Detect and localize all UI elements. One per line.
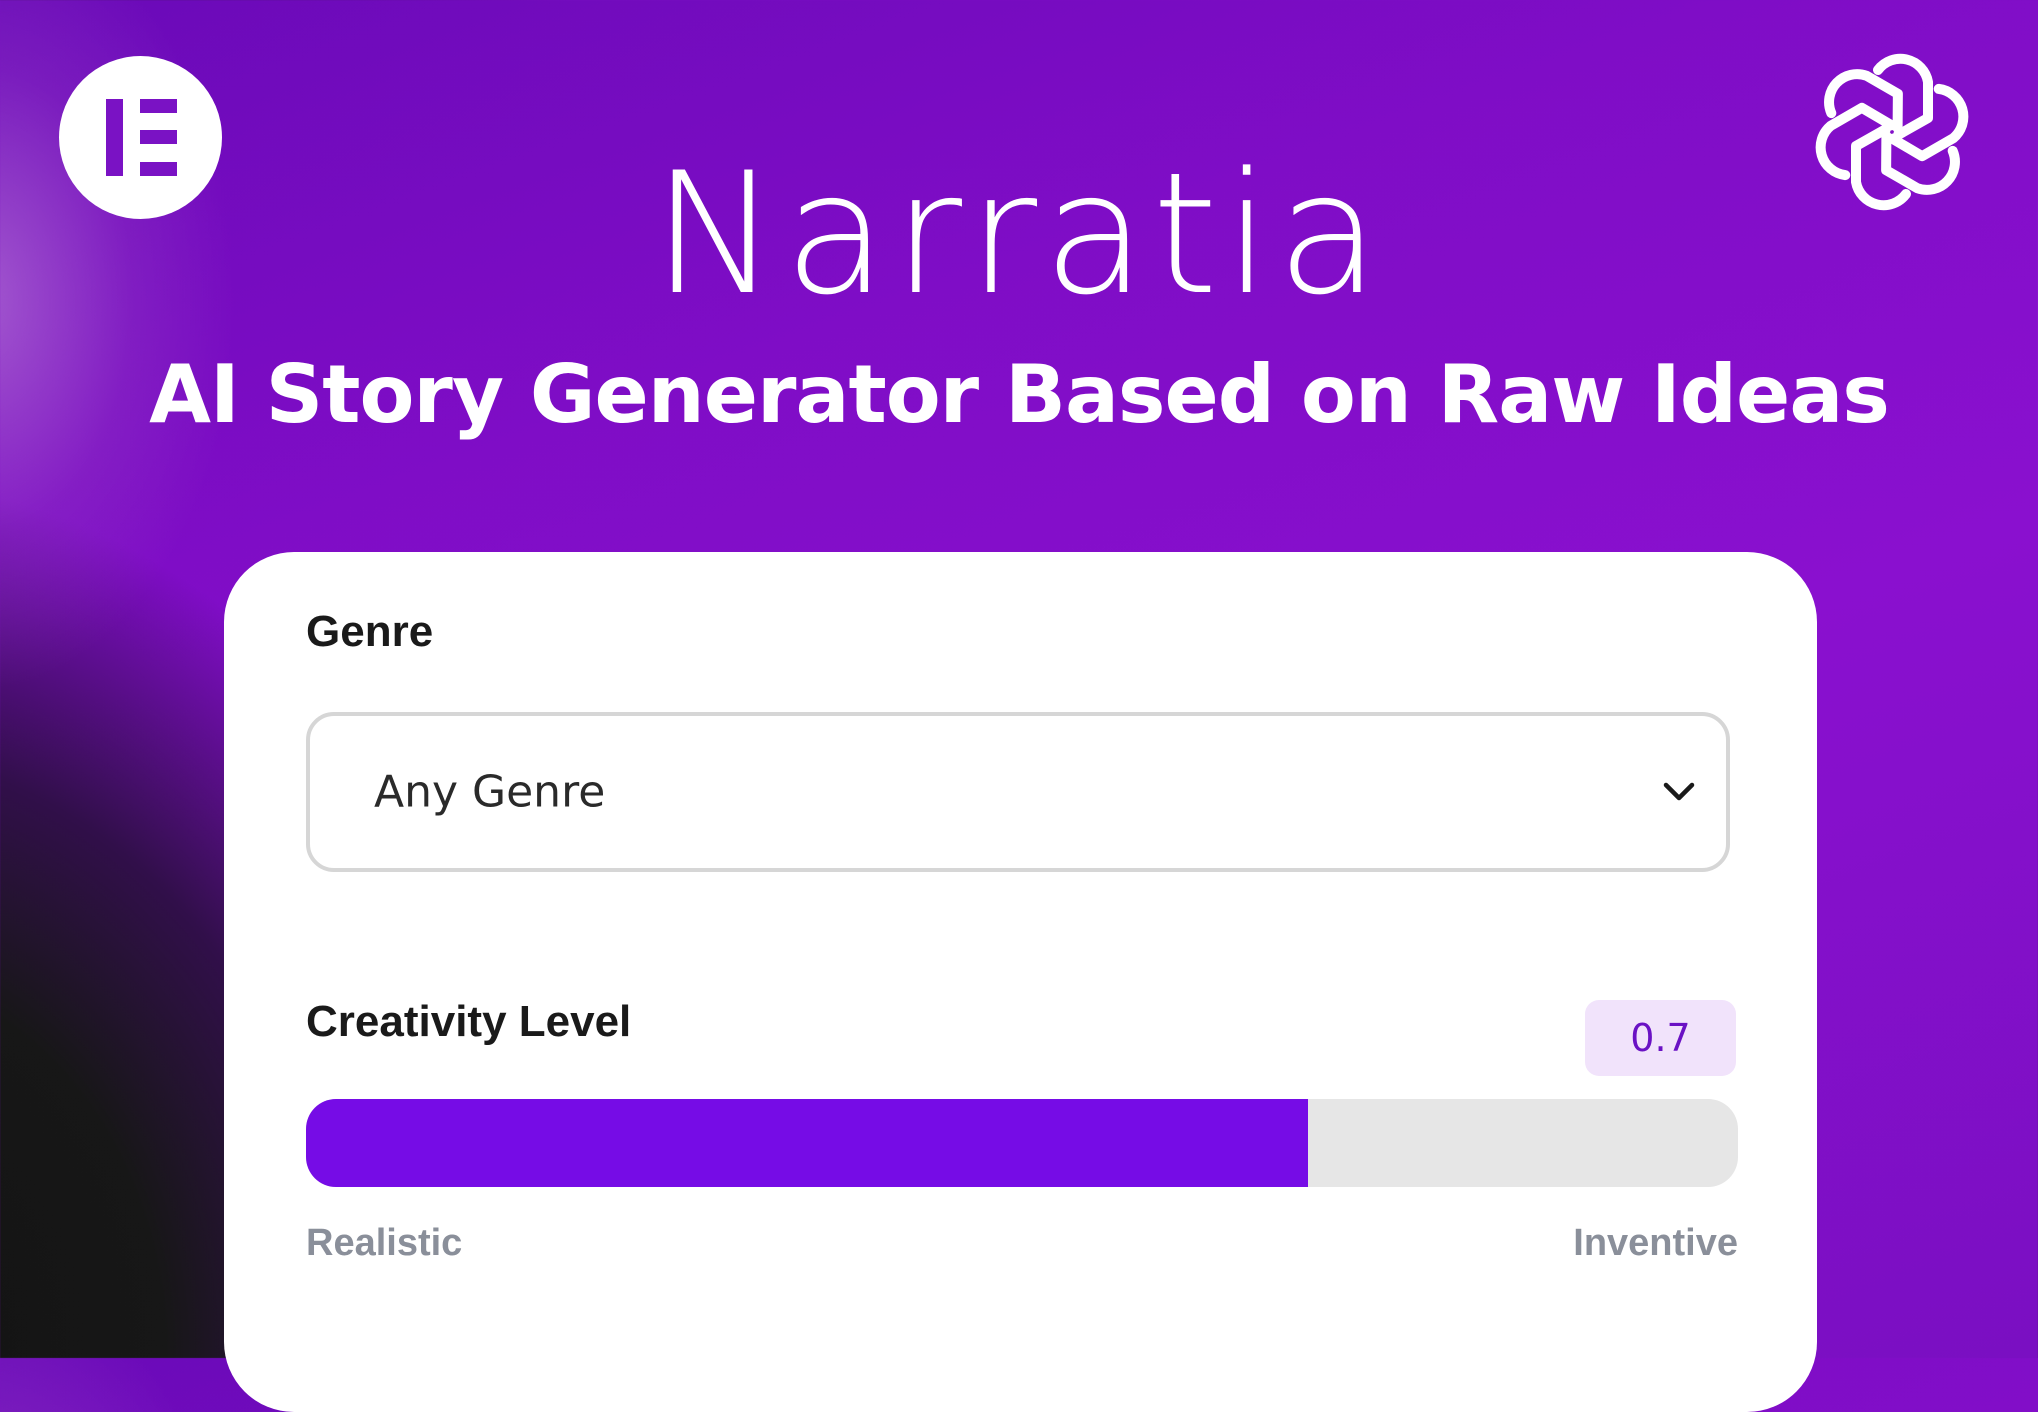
genre-label: Genre — [306, 607, 434, 656]
chevron-down-icon — [1663, 782, 1695, 801]
settings-card: Genre Any Genre Creativity Level 0.7 Rea… — [224, 552, 1817, 1412]
slider-max-label: Inventive — [1573, 1222, 1738, 1264]
creativity-level-label: Creativity Level — [306, 997, 632, 1046]
creativity-slider-fill — [306, 1099, 1309, 1187]
creativity-value-badge: 0.7 — [1585, 1000, 1736, 1076]
genre-select[interactable]: Any Genre — [306, 712, 1730, 872]
app-subtitle: AI Story Generator Based on Raw Ideas — [149, 348, 1890, 441]
app-title: Narratia — [652, 136, 1386, 332]
slider-min-label: Realistic — [306, 1222, 463, 1264]
genre-selected-value: Any Genre — [374, 766, 606, 818]
creativity-slider[interactable] — [306, 1099, 1738, 1187]
